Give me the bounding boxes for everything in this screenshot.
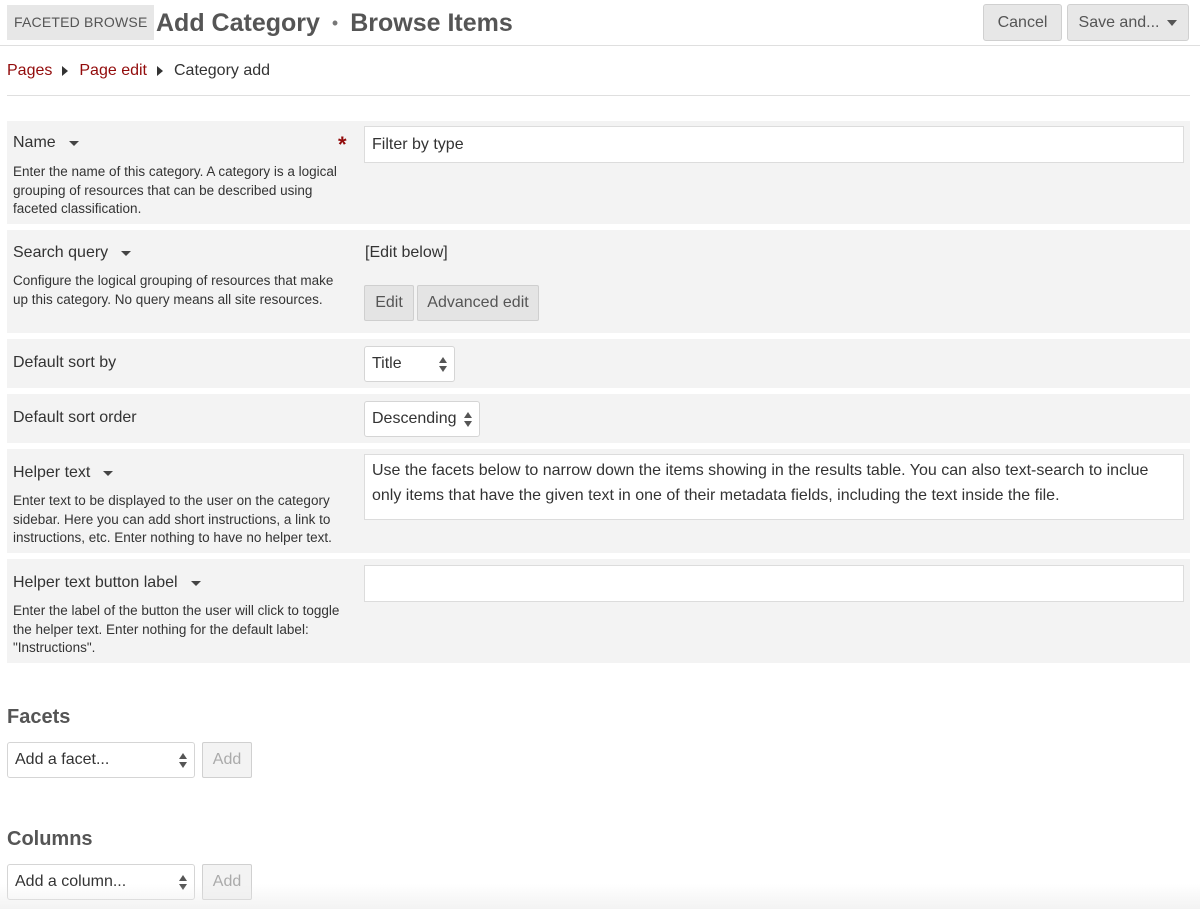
breadcrumb-link-pages[interactable]: Pages [7,62,52,80]
field-row-default-sort-by: Default sort by Title [7,339,1190,388]
chevron-down-icon[interactable] [190,580,201,586]
breadcrumb-link-page-edit[interactable]: Page edit [79,62,147,80]
add-facet-button[interactable]: Add [202,742,252,778]
add-facet-select-value: Add a facet... [15,751,110,768]
required-icon: * [338,132,347,157]
cancel-button[interactable]: Cancel [983,4,1062,41]
helper-button-label-input[interactable] [364,565,1184,602]
edit-query-button-label: Edit [375,294,403,311]
cancel-button-label: Cancel [997,13,1048,31]
sort-by-select-value: Title [372,355,402,372]
field-label-helper-text[interactable]: Helper text [13,464,114,482]
module-badge: FACETED BROWSE [7,5,155,40]
breadcrumb: Pages Page edit Category add [7,61,270,81]
field-label-text: Helper text [13,464,91,481]
field-label-text: Search query [13,244,109,261]
field-description: Configure the logical grouping of resour… [13,273,334,307]
chevron-down-icon[interactable] [103,470,114,476]
chevron-down-icon [1167,19,1178,26]
page-title-sub: Browse Items [350,8,513,37]
save-and-button[interactable]: Save and... [1067,4,1189,41]
field-label-text: Helper text button label [13,574,178,591]
chevron-down-icon[interactable] [121,250,132,256]
field-label-name[interactable]: Name [13,134,79,152]
save-and-button-label: Save and... [1078,13,1160,31]
field-description: Enter text to be displayed to the user o… [13,493,332,545]
breadcrumb-current: Category add [173,62,271,79]
facets-heading: Facets [7,706,71,728]
breadcrumb-arrow-icon [156,66,163,76]
search-query-value: [Edit below] [365,244,448,261]
field-label-default-sort-order: Default sort order [13,409,137,426]
add-facet-button-label: Add [212,751,242,768]
title-separator: • [331,12,339,33]
columns-heading: Columns [7,828,93,850]
field-description: Enter the label of the button the user w… [13,603,340,655]
field-row-search-query: Search query Configure the logical group… [7,230,1190,333]
field-row-helper-text: Helper text Enter text to be displayed t… [7,449,1190,553]
field-label-default-sort-by: Default sort by [13,354,117,371]
sort-by-select[interactable]: Title [364,346,455,382]
page-title: Add Category • Browse Items [156,6,513,40]
chevron-down-icon[interactable] [68,140,79,146]
select-arrows-icon [463,412,473,428]
select-arrows-icon [438,357,448,373]
name-input[interactable] [364,126,1184,163]
advanced-edit-button-label: Advanced edit [427,294,529,311]
divider [7,95,1190,96]
edit-query-button[interactable]: Edit [364,285,414,321]
field-row-name: Name Enter the name of this category. A … [7,121,1190,224]
sort-order-select[interactable]: Descending [364,401,480,437]
select-arrows-icon [178,753,188,769]
helper-text-textarea[interactable]: Use the facets below to narrow down the … [364,454,1184,520]
field-row-helper-text-button-label: Helper text button label Enter the label… [7,559,1190,663]
scroll-fade [0,884,1200,909]
field-label-search-query[interactable]: Search query [13,244,132,262]
page-header: FACETED BROWSE Add Category • Browse Ite… [0,0,1200,46]
sort-order-select-value: Descending [372,410,457,427]
breadcrumb-arrow-icon [62,66,69,76]
field-label-helper-text-button-label[interactable]: Helper text button label [13,574,201,592]
advanced-edit-button[interactable]: Advanced edit [417,285,539,321]
field-row-default-sort-order: Default sort order Descending [7,394,1190,443]
field-description: Enter the name of this category. A categ… [13,164,337,216]
field-label-text: Name [13,134,56,151]
add-facet-select[interactable]: Add a facet... [7,742,195,778]
page-title-main: Add Category [156,8,320,37]
